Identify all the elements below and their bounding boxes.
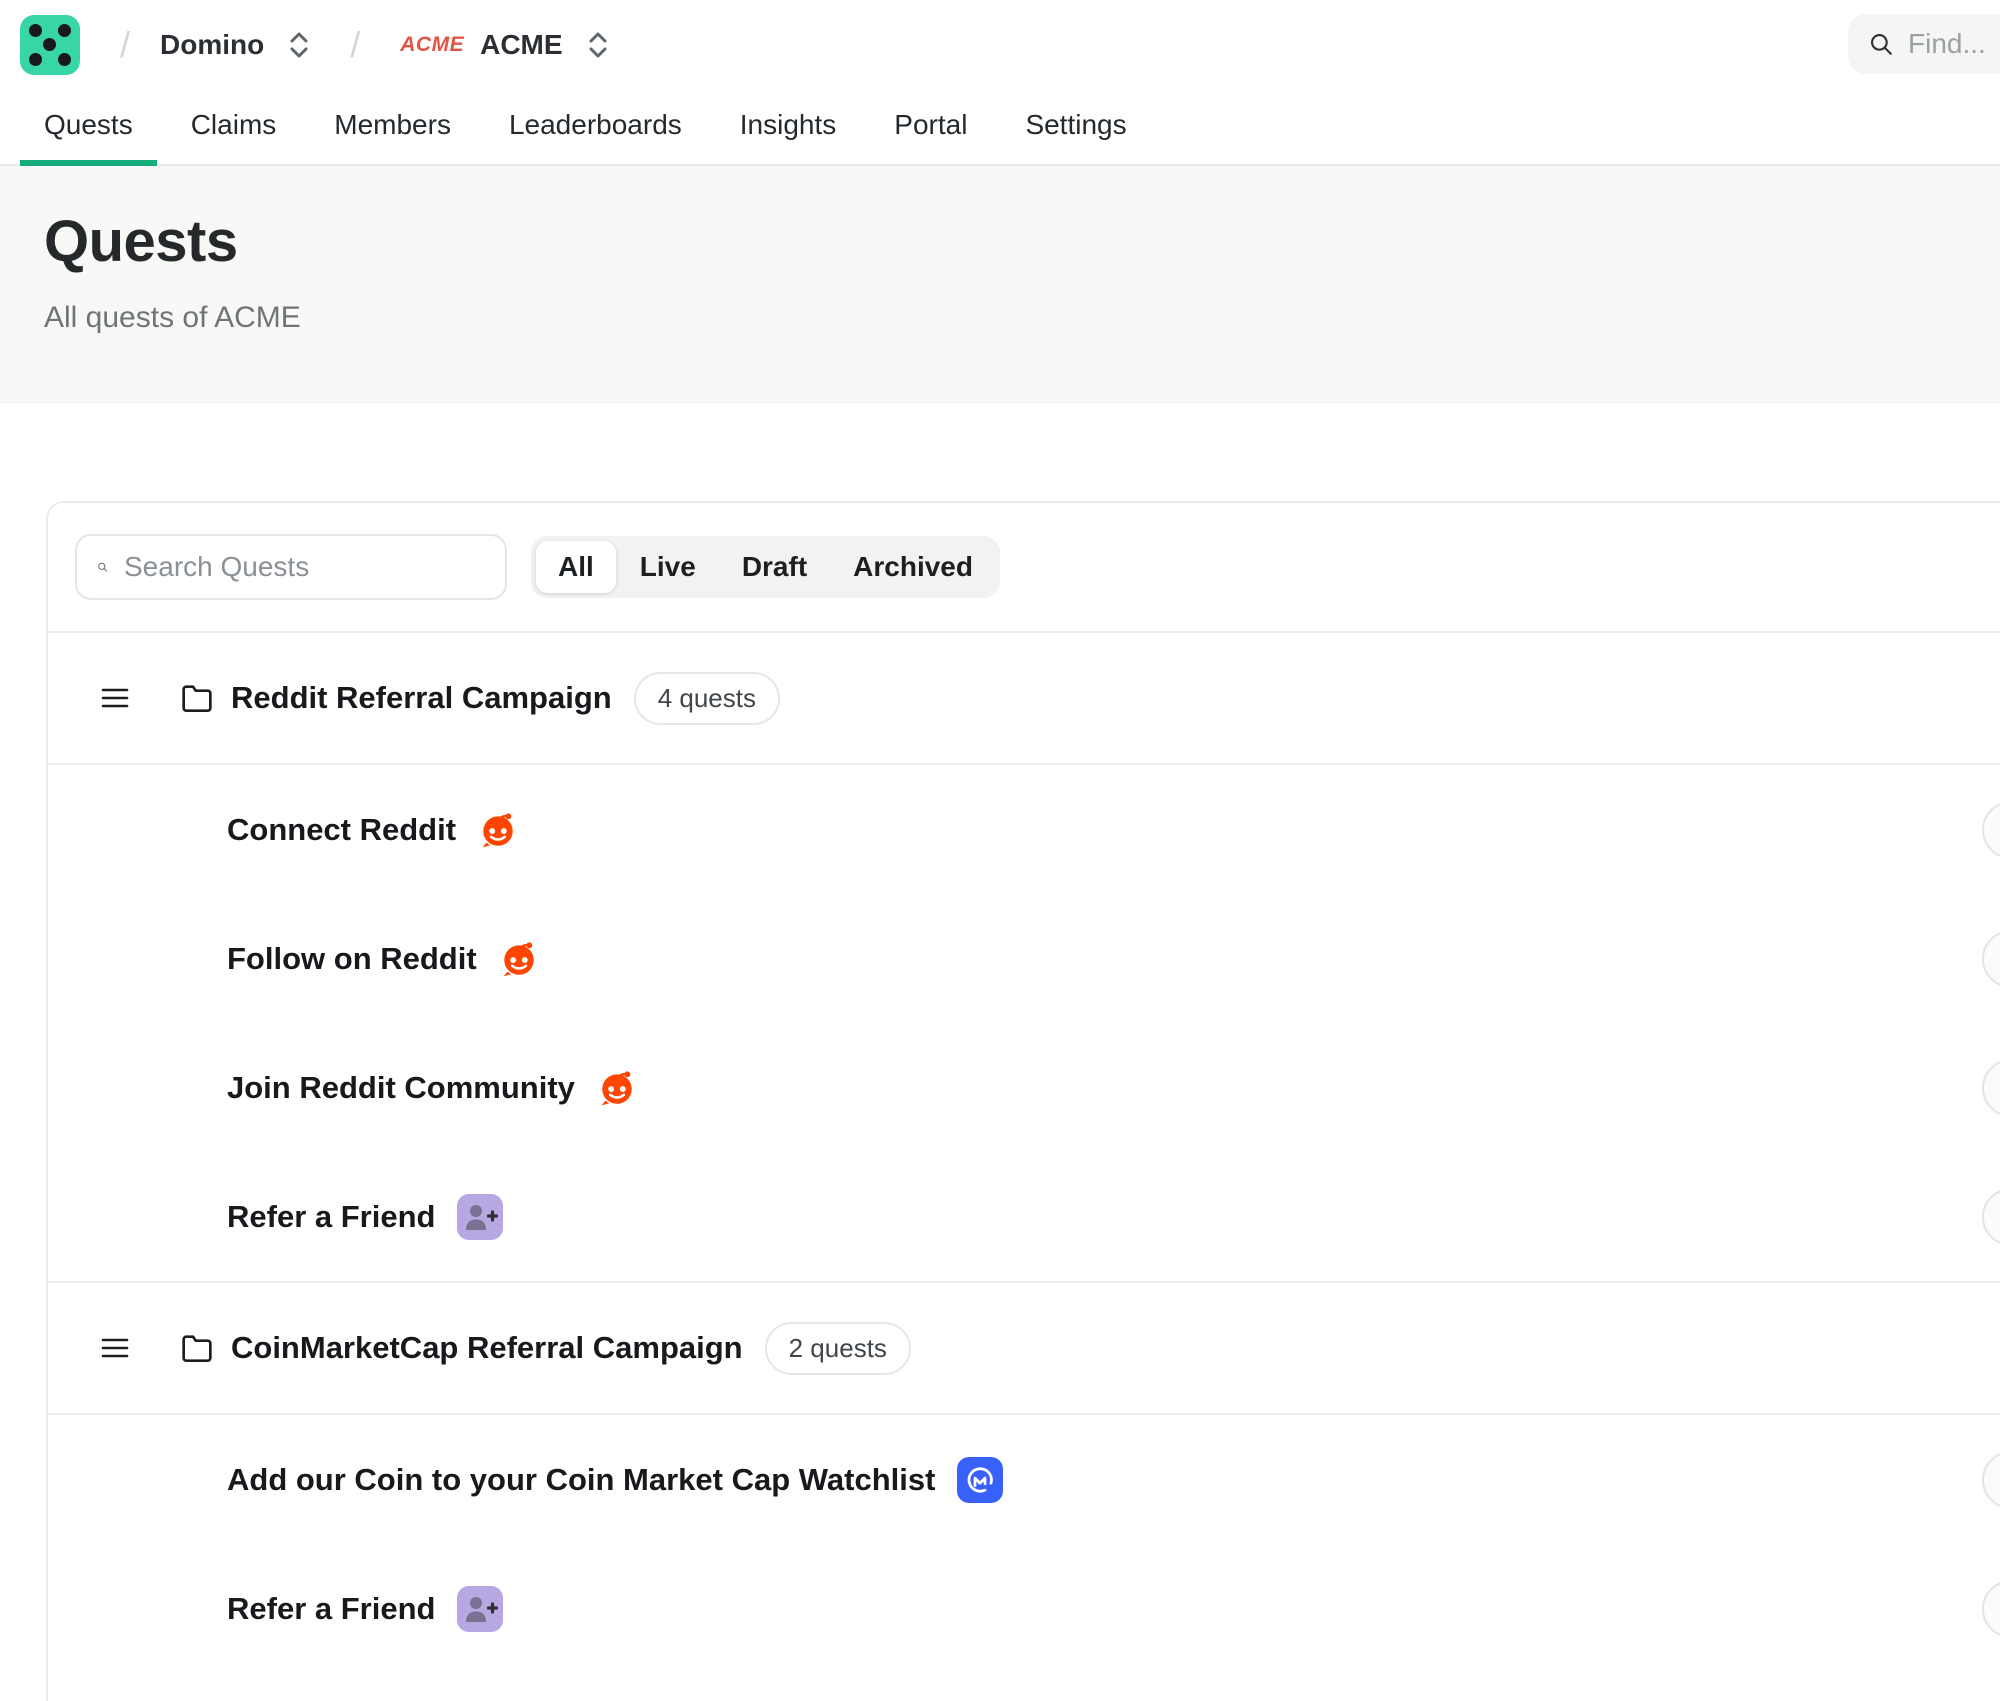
quest-toggle-button[interactable] — [1982, 1451, 2000, 1509]
tab-members[interactable]: Members — [310, 90, 475, 166]
status-filter-group: All Live Draft Archived — [531, 536, 1000, 598]
quest-title: Refer a Friend — [227, 1591, 435, 1627]
quest-row[interactable]: Refer a Friend — [48, 1544, 2000, 1673]
tab-label: Insights — [740, 109, 837, 141]
filter-label: Draft — [742, 551, 807, 583]
filter-label: All — [558, 551, 594, 583]
reddit-icon — [478, 810, 518, 850]
quest-title: Join Reddit Community — [227, 1070, 575, 1106]
refer-friend-icon — [457, 1194, 503, 1240]
breadcrumb-org[interactable]: ACME — [480, 29, 562, 61]
tab-portal[interactable]: Portal — [870, 90, 991, 166]
quest-title: Add our Coin to your Coin Market Cap Wat… — [227, 1462, 935, 1498]
filter-all[interactable]: All — [536, 541, 616, 593]
tab-claims[interactable]: Claims — [167, 90, 301, 166]
quest-toggle-button[interactable] — [1982, 801, 2000, 859]
domino-dice-logo[interactable] — [20, 15, 80, 75]
tab-label: Leaderboards — [509, 109, 682, 141]
tab-label: Settings — [1025, 109, 1126, 141]
reddit-icon — [499, 939, 539, 979]
tab-label: Members — [334, 109, 451, 141]
org-switcher-button[interactable] — [585, 28, 611, 62]
primary-nav: Quests Claims Members Leaderboards Insig… — [0, 90, 2000, 166]
quests-toolbar: All Live Draft Archived — [48, 503, 2000, 633]
filter-archived[interactable]: Archived — [831, 541, 995, 593]
search-icon — [97, 553, 108, 581]
chevrons-up-down-icon — [585, 28, 611, 62]
filter-draft[interactable]: Draft — [720, 541, 829, 593]
quest-toggle-button[interactable] — [1982, 1580, 2000, 1638]
refer-friend-icon — [457, 1586, 503, 1632]
quest-toggle-button[interactable] — [1982, 1059, 2000, 1117]
tab-quests[interactable]: Quests — [20, 90, 157, 166]
coinmarketcap-icon — [957, 1457, 1003, 1503]
workspace-switcher-button[interactable] — [286, 28, 312, 62]
quest-row[interactable]: Follow on Reddit — [48, 894, 2000, 1023]
group-header: CoinMarketCap Referral Campaign 2 quests — [48, 1283, 2000, 1415]
folder-icon — [181, 1334, 213, 1362]
drag-handle-icon[interactable] — [101, 1337, 129, 1359]
filter-label: Archived — [853, 551, 973, 583]
group-quest-count-badge: 2 quests — [765, 1322, 911, 1375]
find-input[interactable] — [1908, 28, 2000, 60]
chevrons-up-down-icon — [286, 28, 312, 62]
search-icon — [1868, 28, 1894, 60]
search-quests-input[interactable] — [124, 551, 485, 583]
reddit-icon — [597, 1068, 637, 1108]
tab-label: Portal — [894, 109, 967, 141]
tab-label: Quests — [44, 109, 133, 141]
page-header: Quests All quests of ACME — [0, 166, 2000, 403]
quest-title: Connect Reddit — [227, 812, 456, 848]
quest-group: CoinMarketCap Referral Campaign 2 quests… — [48, 1281, 2000, 1673]
tab-settings[interactable]: Settings — [1001, 90, 1150, 166]
filter-live[interactable]: Live — [618, 541, 718, 593]
search-quests-box[interactable] — [75, 534, 507, 600]
acme-logo: ACME — [400, 33, 464, 57]
breadcrumb-separator: / — [120, 24, 130, 66]
quest-row[interactable]: Add our Coin to your Coin Market Cap Wat… — [48, 1415, 2000, 1544]
quest-title: Follow on Reddit — [227, 941, 477, 977]
quest-row[interactable]: Refer a Friend — [48, 1152, 2000, 1281]
breadcrumb-separator: / — [350, 24, 360, 66]
group-header: Reddit Referral Campaign 4 quests — [48, 633, 2000, 765]
quests-card: All Live Draft Archived Reddit Referral … — [46, 501, 2000, 1701]
breadcrumb-workspace[interactable]: Domino — [160, 29, 264, 61]
quest-group: Reddit Referral Campaign 4 quests Connec… — [48, 633, 2000, 1281]
drag-handle-icon[interactable] — [101, 687, 129, 709]
group-name: CoinMarketCap Referral Campaign — [231, 1330, 743, 1366]
page-subtitle: All quests of ACME — [44, 301, 1956, 335]
tab-label: Claims — [191, 109, 277, 141]
group-quest-count-badge: 4 quests — [634, 672, 780, 725]
group-name: Reddit Referral Campaign — [231, 680, 612, 716]
quest-title: Refer a Friend — [227, 1199, 435, 1235]
global-search[interactable] — [1848, 14, 2000, 74]
quest-toggle-button[interactable] — [1982, 1188, 2000, 1246]
quest-row[interactable]: Join Reddit Community — [48, 1023, 2000, 1152]
top-bar: / Domino / ACME ACME — [0, 0, 2000, 90]
folder-icon — [181, 684, 213, 712]
quest-toggle-button[interactable] — [1982, 930, 2000, 988]
quest-row[interactable]: Connect Reddit — [48, 765, 2000, 894]
filter-label: Live — [640, 551, 696, 583]
tab-leaderboards[interactable]: Leaderboards — [485, 90, 706, 166]
tab-insights[interactable]: Insights — [716, 90, 861, 166]
page-title: Quests — [44, 208, 1956, 275]
